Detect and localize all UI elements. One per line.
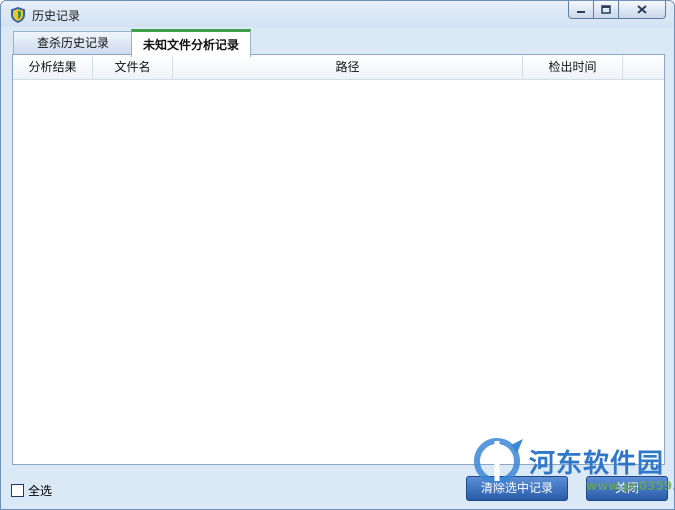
window-title: 历史记录 (32, 9, 81, 23)
minimize-icon (577, 10, 585, 13)
close-icon (637, 5, 647, 14)
select-all-label: 全选 (28, 484, 53, 498)
records-list[interactable]: 分析结果 文件名 路径 检出时间 (12, 54, 665, 465)
watermark-logo-icon (474, 438, 523, 483)
column-header-result[interactable]: 分析结果 (13, 55, 93, 79)
history-window: 历史记录 查杀历史记录 未知文件分析记录 分析结果 文件名 路径 检出时间 全选… (0, 0, 675, 510)
column-header-detect-time[interactable]: 检出时间 (523, 55, 623, 79)
tab-unknown-file-analysis[interactable]: 未知文件分析记录 (131, 29, 251, 57)
window-controls (568, 1, 666, 19)
shield-icon (11, 7, 25, 23)
maximize-button[interactable] (594, 1, 619, 19)
select-all-checkbox[interactable] (11, 484, 24, 497)
watermark-url: www.pc0359.cn (586, 479, 674, 493)
column-header-path[interactable]: 路径 (173, 55, 523, 79)
tab-scan-history[interactable]: 查杀历史记录 (13, 31, 133, 54)
column-header-filename[interactable]: 文件名 (93, 55, 173, 79)
maximize-icon (601, 5, 611, 14)
close-window-button[interactable] (619, 1, 666, 19)
title-bar: 历史记录 (1, 1, 674, 27)
minimize-button[interactable] (568, 1, 594, 19)
watermark-text: 河东软件园 (529, 449, 665, 479)
list-header: 分析结果 文件名 路径 检出时间 (13, 55, 664, 80)
select-all[interactable]: 全选 (11, 482, 52, 499)
